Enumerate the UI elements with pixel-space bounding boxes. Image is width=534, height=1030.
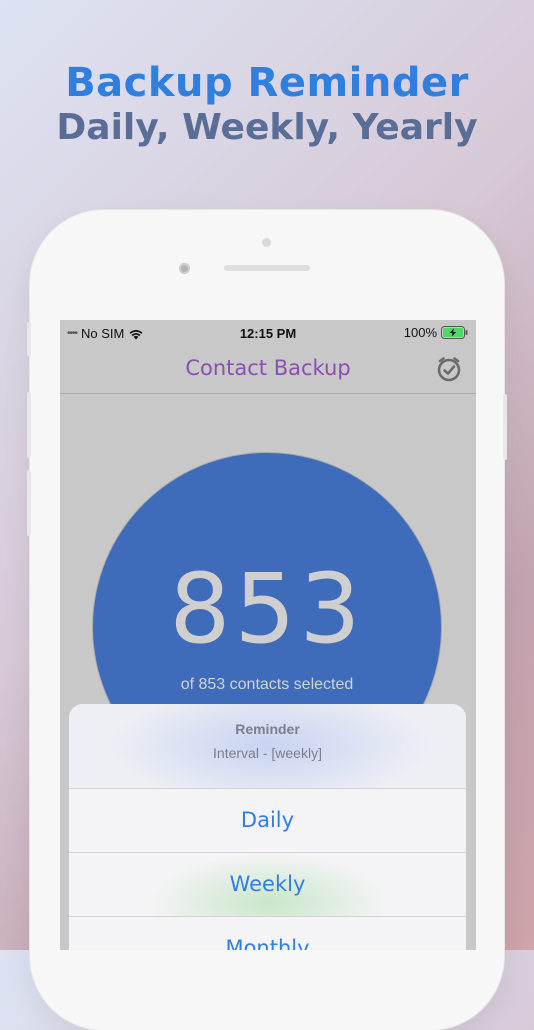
- power-button: [503, 394, 507, 460]
- option-weekly[interactable]: Weekly: [69, 853, 466, 917]
- battery-status: 100%: [404, 325, 468, 340]
- app-title: Contact Backup: [185, 356, 351, 380]
- earpiece-speaker: [224, 265, 310, 271]
- battery-percent: 100%: [403, 325, 437, 340]
- battery-charging-icon: [441, 326, 468, 339]
- action-sheet-message: Interval - [weekly]: [213, 745, 322, 761]
- status-bar: •••• No SIM 12:15 PM 100%: [60, 320, 476, 346]
- app-screen: •••• No SIM 12:15 PM 100% Contact Backup: [60, 320, 476, 950]
- mute-switch: [27, 322, 31, 356]
- alarm-clock-icon[interactable]: [436, 356, 462, 382]
- contact-count: 853: [169, 553, 365, 665]
- proximity-sensor: [262, 238, 271, 247]
- promo-title: Backup Reminder: [65, 60, 469, 106]
- option-daily[interactable]: Daily: [69, 789, 466, 853]
- reminder-action-sheet: Reminder Interval - [weekly] Daily Weekl…: [69, 704, 466, 950]
- action-sheet-header: Reminder Interval - [weekly]: [69, 704, 466, 789]
- volume-up-button: [27, 392, 31, 458]
- option-monthly[interactable]: Monthly: [69, 917, 466, 950]
- action-sheet-title: Reminder: [235, 721, 300, 737]
- front-camera: [179, 263, 190, 274]
- contact-count-caption: of 853 contacts selected: [180, 676, 354, 693]
- navigation-bar: Contact Backup: [60, 346, 476, 394]
- promo-subtitle: Daily, Weekly, Yearly: [56, 107, 478, 148]
- volume-down-button: [27, 470, 31, 536]
